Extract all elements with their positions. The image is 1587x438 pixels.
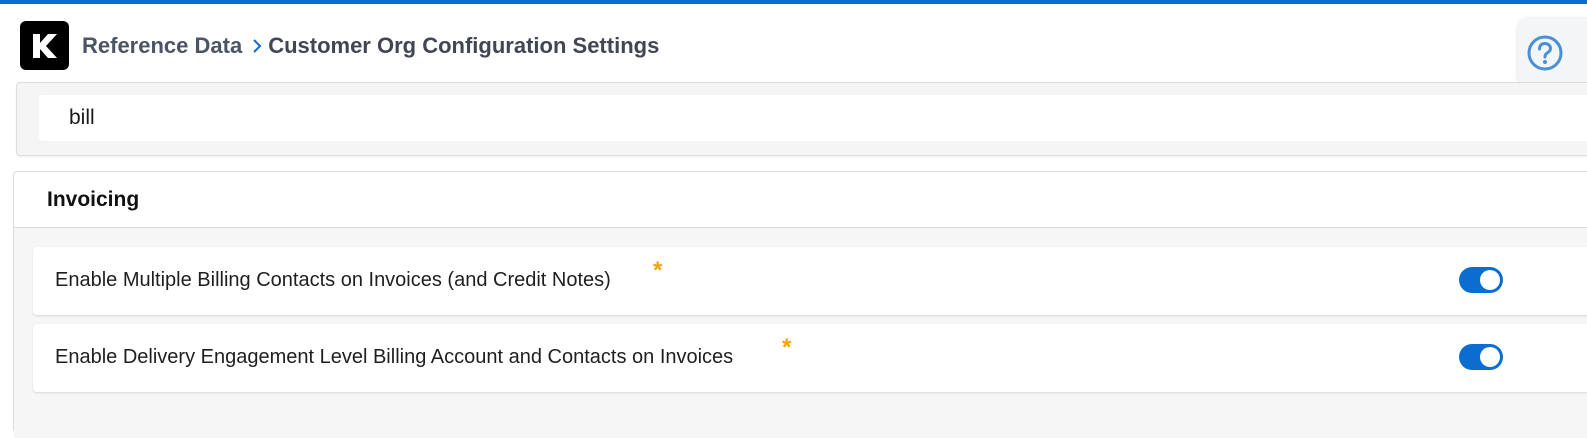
section-body: Enable Multiple Billing Contacts on Invo… — [14, 228, 1587, 438]
setting-label: Enable Delivery Engagement Level Billing… — [55, 346, 734, 368]
k-logo-icon — [32, 33, 57, 58]
page-title: Customer Org Configuration Settings — [268, 33, 660, 58]
setting-label: Enable Multiple Billing Contacts on Invo… — [55, 269, 611, 291]
setting-row-delivery-engagement-billing: Enable Delivery Engagement Level Billing… — [33, 324, 1587, 392]
required-marker-icon: * — [782, 334, 792, 361]
help-icon — [1527, 35, 1563, 71]
toggle-multiple-billing-contacts[interactable] — [1459, 267, 1503, 293]
invoicing-section: Invoicing Enable Multiple Billing Contac… — [13, 171, 1587, 438]
toggle-knob — [1480, 347, 1500, 367]
app-logo[interactable] — [20, 21, 69, 70]
breadcrumb-reference-data-link[interactable]: Reference Data — [82, 33, 242, 59]
breadcrumb: Reference Data Customer Org Configuratio… — [82, 30, 659, 62]
toggle-knob — [1480, 270, 1500, 290]
setting-row-multiple-billing-contacts: Enable Multiple Billing Contacts on Invo… — [33, 247, 1587, 315]
chevron-right-icon — [248, 35, 266, 57]
search-panel — [16, 82, 1587, 156]
search-input[interactable] — [39, 95, 1587, 141]
section-title: Invoicing — [47, 187, 140, 211]
section-header: Invoicing — [14, 172, 1587, 228]
required-marker-icon: * — [653, 257, 663, 284]
toggle-delivery-engagement-billing[interactable] — [1459, 344, 1503, 370]
help-button[interactable] — [1518, 18, 1587, 86]
top-accent-bar — [0, 0, 1587, 4]
